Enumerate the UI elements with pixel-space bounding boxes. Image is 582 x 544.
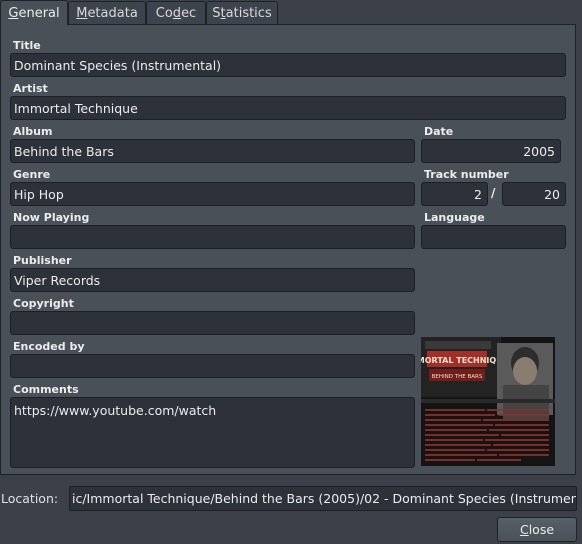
- track-separator: /: [491, 186, 496, 200]
- cover-subtitle-text: BEHIND THE BARS: [432, 374, 483, 380]
- copyright-label: Copyright: [13, 297, 74, 310]
- album-label: Album: [13, 125, 53, 138]
- track-total-field[interactable]: 20: [502, 182, 566, 206]
- title-label: Title: [13, 39, 41, 52]
- comments-field[interactable]: https://www.youtube.com/watch: [10, 397, 415, 468]
- language-label: Language: [424, 211, 485, 224]
- artist-label: Artist: [13, 82, 48, 95]
- tab-label: Statistics: [212, 5, 272, 21]
- comments-label: Comments: [13, 383, 79, 396]
- track-number-label: Track number: [424, 168, 509, 181]
- publisher-field[interactable]: Viper Records: [10, 268, 415, 292]
- now-playing-label: Now Playing: [13, 211, 90, 224]
- tab-statistics[interactable]: Statistics: [206, 1, 278, 24]
- close-button-label: Close: [519, 522, 555, 537]
- tab-codec[interactable]: Codec: [146, 1, 206, 24]
- genre-label: Genre: [13, 168, 51, 181]
- tab-label: General: [8, 5, 60, 21]
- album-cover-art[interactable]: IMMORTAL TECHNIQUE BEHIND THE BARS: [421, 337, 555, 466]
- copyright-field[interactable]: [10, 311, 415, 335]
- cover-banner-text: IMMORTAL TECHNIQUE: [421, 356, 508, 365]
- close-button[interactable]: Close: [497, 517, 577, 542]
- date-field[interactable]: 2005: [421, 139, 561, 163]
- artist-field[interactable]: Immortal Technique: [10, 96, 566, 120]
- encoded-by-field[interactable]: [10, 354, 415, 378]
- cover-art-image: IMMORTAL TECHNIQUE BEHIND THE BARS: [421, 337, 555, 466]
- location-label: Location:: [1, 491, 59, 506]
- tab-metadata[interactable]: Metadata: [68, 1, 146, 24]
- language-field[interactable]: [421, 225, 566, 249]
- album-field[interactable]: Behind the Bars: [10, 139, 415, 163]
- now-playing-field[interactable]: [10, 225, 415, 249]
- publisher-label: Publisher: [13, 254, 72, 267]
- genre-field[interactable]: Hip Hop: [10, 182, 415, 206]
- location-field[interactable]: ic/Immortal Technique/Behind the Bars (2…: [69, 486, 577, 511]
- encoded-by-label: Encoded by: [13, 340, 85, 353]
- track-number-field[interactable]: 2: [421, 182, 488, 206]
- tab-general[interactable]: General: [0, 0, 68, 25]
- date-label: Date: [424, 125, 454, 138]
- tab-label: Codec: [155, 5, 197, 21]
- tab-label: Metadata: [76, 5, 138, 21]
- tab-bar: General Metadata Codec Statistics: [0, 0, 582, 25]
- title-field[interactable]: Dominant Species (Instrumental): [10, 53, 566, 77]
